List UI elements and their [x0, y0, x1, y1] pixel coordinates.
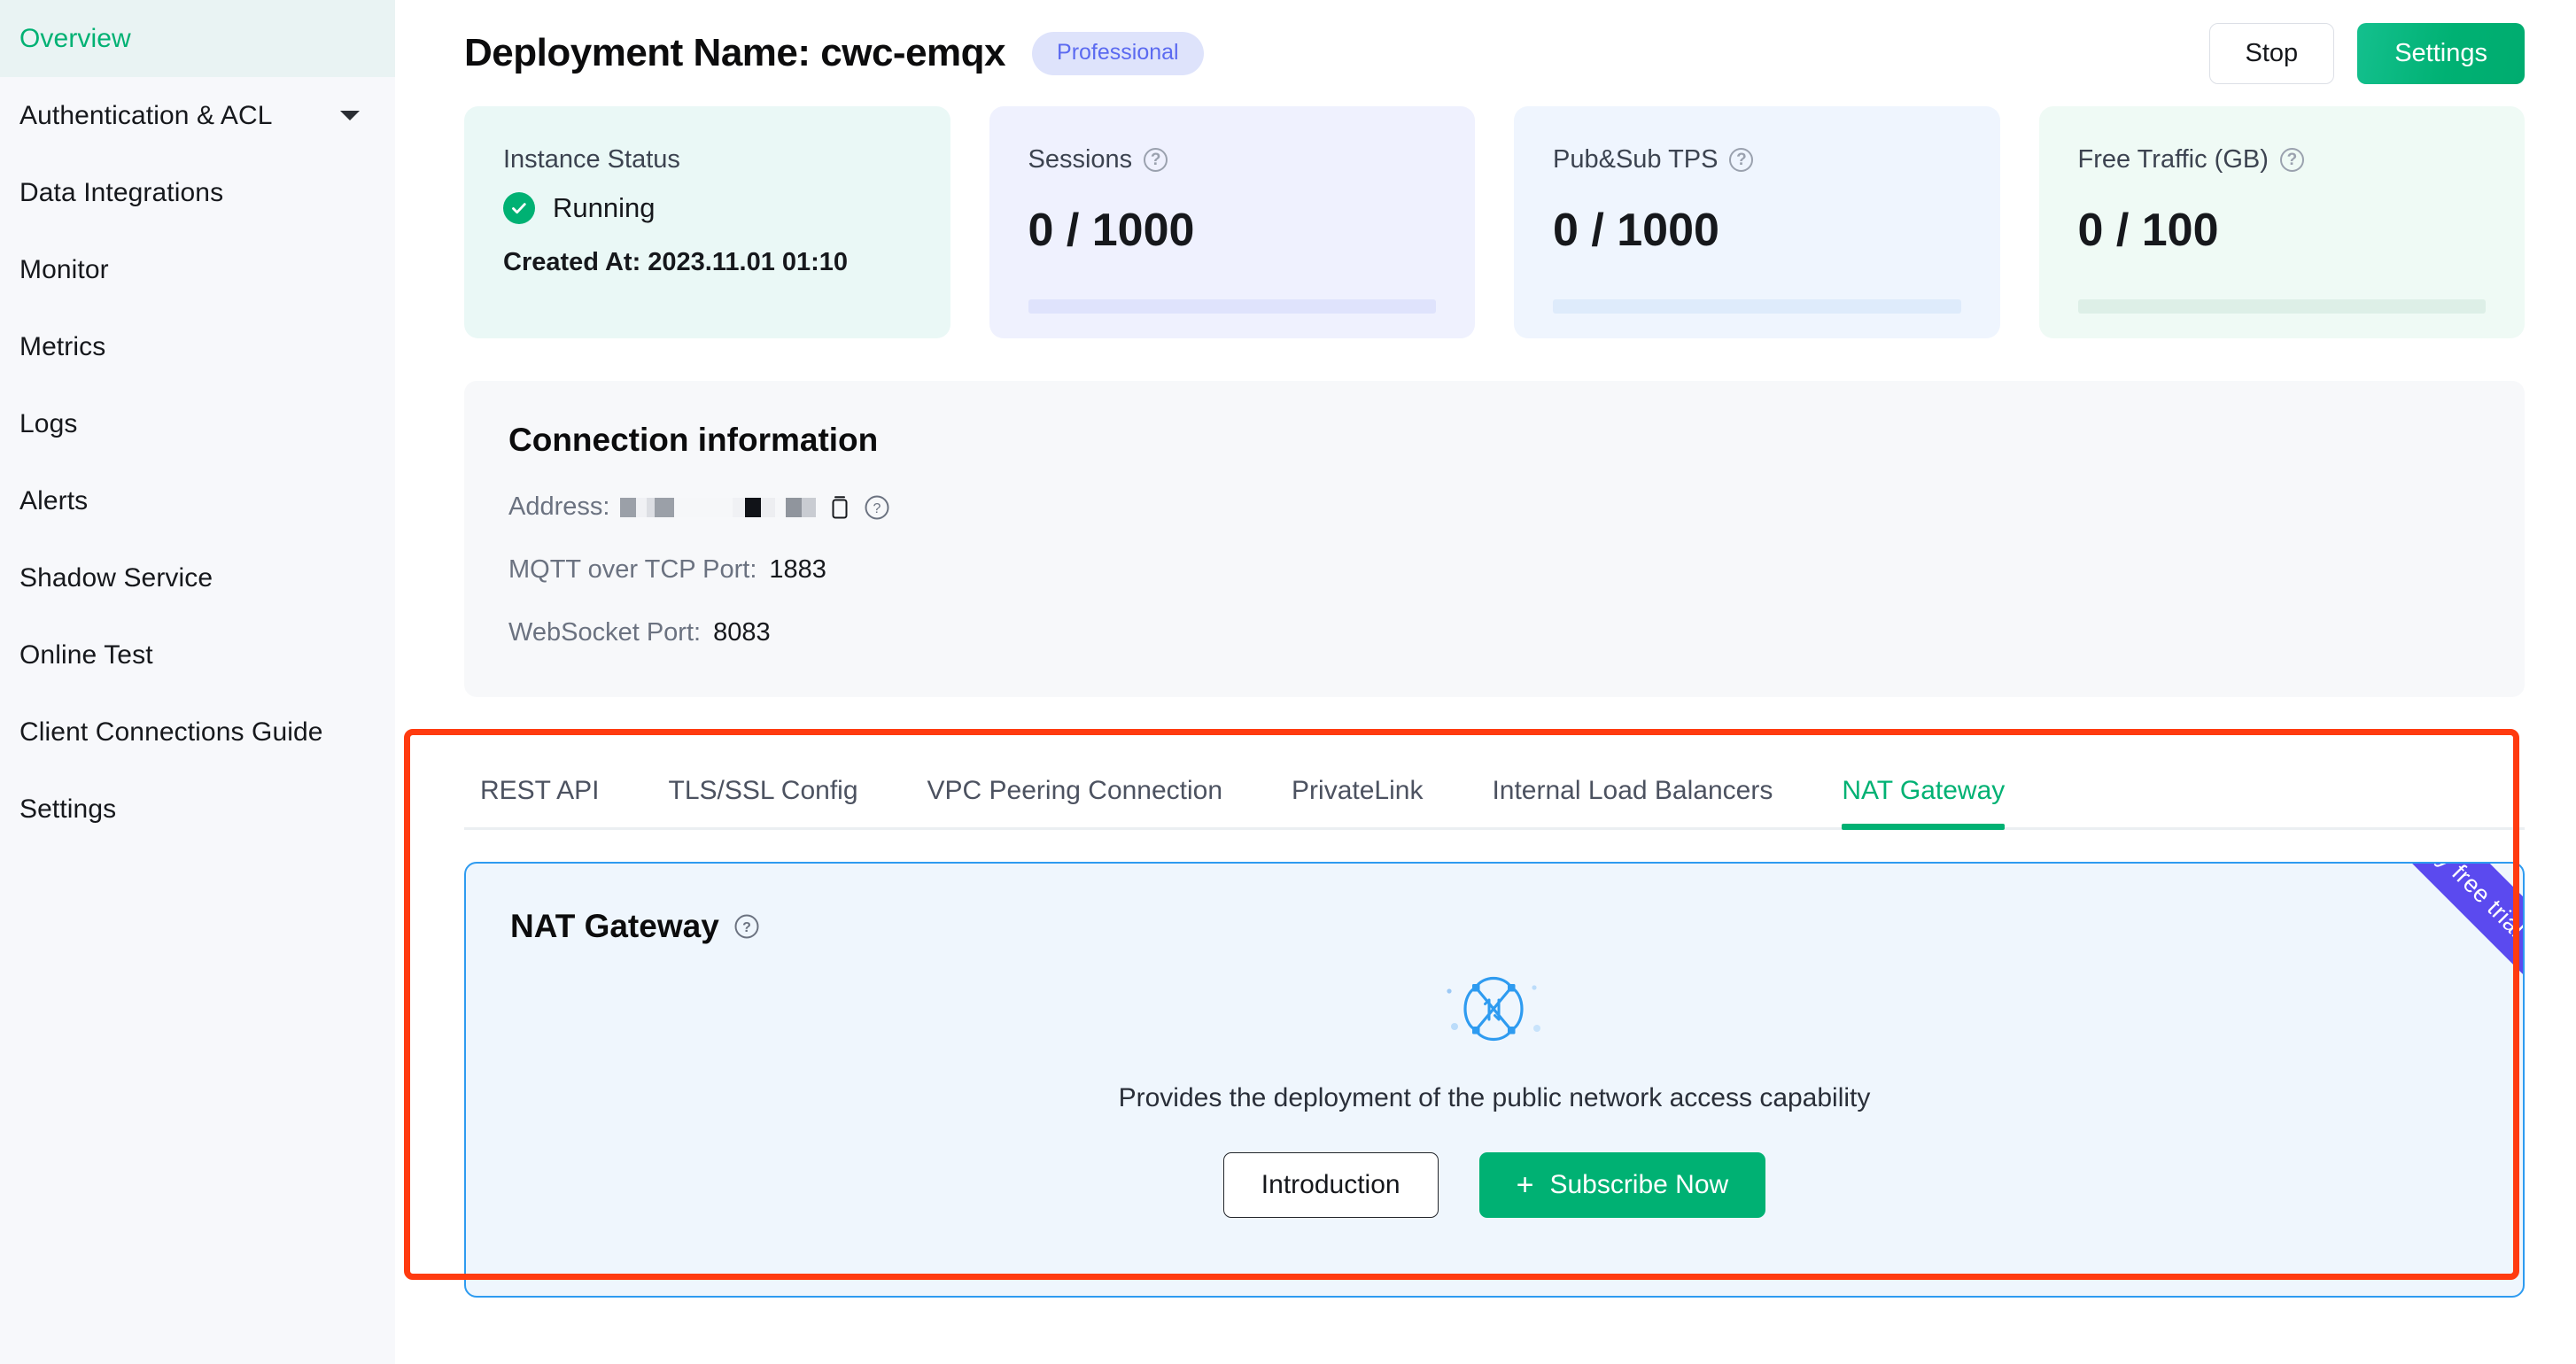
websocket-port-label: WebSocket Port: — [508, 618, 701, 647]
page-title: Deployment Name: cwc-emqx — [464, 31, 1005, 75]
nat-gateway-illustration-icon — [1437, 968, 1552, 1057]
tcp-port-value: 1883 — [769, 555, 826, 585]
sessions-title: Sessions ? — [1028, 145, 1437, 174]
svg-text:?: ? — [873, 501, 881, 516]
address-value-redacted — [620, 498, 816, 517]
content-area: Instance Status Running Created At: 2023… — [395, 106, 2576, 1298]
free-traffic-title: Free Traffic (GB) ? — [2078, 145, 2487, 174]
sidebar-item-label: Metrics — [19, 332, 105, 362]
check-circle-icon — [503, 192, 535, 224]
pubsub-tps-title: Pub&Sub TPS ? — [1553, 145, 1961, 174]
sidebar-item-label: Data Integrations — [19, 178, 223, 208]
sidebar-item-metrics[interactable]: Metrics — [0, 308, 395, 385]
help-icon[interactable]: ? — [1144, 148, 1168, 172]
sidebar-item-shadow-service[interactable]: Shadow Service — [0, 539, 395, 616]
nat-gateway-title-label: NAT Gateway — [510, 908, 719, 945]
sidebar-item-alerts[interactable]: Alerts — [0, 462, 395, 539]
help-icon[interactable]: ? — [2280, 148, 2304, 172]
sidebar-item-monitor[interactable]: Monitor — [0, 231, 395, 308]
sidebar-item-data-integrations[interactable]: Data Integrations — [0, 154, 395, 231]
sidebar-item-label: Logs — [19, 409, 77, 439]
websocket-port-row: WebSocket Port: 8083 — [508, 618, 2480, 647]
help-icon[interactable]: ? — [1729, 148, 1753, 172]
tab-vpc-peering-connection[interactable]: VPC Peering Connection — [927, 776, 1223, 827]
free-traffic-card: Free Traffic (GB) ? 0 / 100 — [2039, 106, 2526, 338]
pubsub-tps-progress-bar — [1553, 299, 1961, 314]
tab-tls-ssl-config[interactable]: TLS/SSL Config — [669, 776, 858, 827]
sidebar-item-client-connections-guide[interactable]: Client Connections Guide — [0, 694, 395, 771]
instance-status-label: Instance Status — [503, 145, 680, 174]
sidebar-item-label: Authentication & ACL — [19, 101, 273, 131]
nat-gateway-actions: Introduction + Subscribe Now — [466, 1152, 2523, 1218]
sessions-value: 0 / 1000 — [1028, 204, 1437, 257]
pubsub-tps-card: Pub&Sub TPS ? 0 / 1000 — [1514, 106, 2000, 338]
sessions-card: Sessions ? 0 / 1000 — [989, 106, 1476, 338]
sidebar-item-label: Alerts — [19, 486, 88, 516]
svg-text:?: ? — [742, 920, 751, 935]
tcp-port-label: MQTT over TCP Port: — [508, 555, 757, 585]
nat-gateway-description: Provides the deployment of the public ne… — [466, 1083, 2523, 1113]
page-header: Deployment Name: cwc-emqx Professional S… — [395, 0, 2576, 106]
introduction-button[interactable]: Introduction — [1223, 1152, 1439, 1218]
stop-button[interactable]: Stop — [2209, 23, 2335, 84]
tab-bar: REST API TLS/SSL Config VPC Peering Connec… — [464, 752, 2525, 830]
plus-icon: + — [1517, 1170, 1534, 1200]
help-icon[interactable]: ? — [733, 913, 760, 940]
nat-gateway-title: NAT Gateway ? — [466, 908, 2523, 945]
sessions-label: Sessions — [1028, 145, 1133, 174]
tab-nat-gateway[interactable]: NAT Gateway — [1842, 776, 2005, 827]
websocket-port-value: 8083 — [713, 618, 771, 647]
sidebar-item-label: Overview — [19, 24, 131, 54]
sidebar-item-logs[interactable]: Logs — [0, 385, 395, 462]
tcp-port-row: MQTT over TCP Port: 1883 — [508, 555, 2480, 585]
chevron-down-icon[interactable] — [340, 111, 360, 120]
created-at-label: Created At: 2023.11.01 01:10 — [503, 248, 912, 277]
tab-rest-api[interactable]: REST API — [480, 776, 600, 827]
connection-information-panel: Connection information Address: — [464, 381, 2525, 697]
settings-button[interactable]: Settings — [2357, 23, 2525, 84]
nat-gateway-panel: NAT Gateway ? — [464, 862, 2525, 1298]
address-row: Address: — [508, 492, 2480, 522]
free-traffic-label: Free Traffic (GB) — [2078, 145, 2269, 174]
sidebar-item-label: Monitor — [19, 255, 109, 285]
sidebar-item-label: Client Connections Guide — [19, 717, 323, 748]
free-traffic-progress-bar — [2078, 299, 2487, 314]
sidebar-item-label: Settings — [19, 794, 116, 825]
sidebar-item-label: Online Test — [19, 640, 153, 670]
address-label: Address: — [508, 492, 609, 522]
instance-status-value: Running — [553, 192, 655, 224]
sidebar-item-overview[interactable]: Overview — [0, 0, 395, 77]
free-traffic-value: 0 / 100 — [2078, 204, 2487, 257]
stat-cards: Instance Status Running Created At: 2023… — [464, 106, 2525, 338]
pubsub-tps-label: Pub&Sub TPS — [1553, 145, 1718, 174]
sidebar: Overview Authentication & ACL Data Integra… — [0, 0, 395, 1364]
subscribe-now-button[interactable]: + Subscribe Now — [1479, 1152, 1766, 1218]
subscribe-now-label: Subscribe Now — [1549, 1170, 1728, 1200]
nat-gateway-empty-state: Provides the deployment of the public ne… — [466, 968, 2523, 1218]
sidebar-item-online-test[interactable]: Online Test — [0, 616, 395, 694]
tabs-section: REST API TLS/SSL Config VPC Peering Connec… — [464, 752, 2525, 1298]
plan-badge: Professional — [1032, 32, 1204, 75]
sidebar-item-settings[interactable]: Settings — [0, 771, 395, 848]
app-root: Overview Authentication & ACL Data Integra… — [0, 0, 2576, 1364]
pubsub-tps-value: 0 / 1000 — [1553, 204, 1961, 257]
main-content: Deployment Name: cwc-emqx Professional S… — [395, 0, 2576, 1364]
instance-status-row: Running — [503, 192, 912, 224]
instance-status-title: Instance Status — [503, 145, 912, 174]
tab-privatelink[interactable]: PrivateLink — [1292, 776, 1423, 827]
sessions-progress-bar — [1028, 299, 1437, 314]
copy-icon[interactable] — [828, 494, 851, 521]
instance-status-card: Instance Status Running Created At: 2023… — [464, 106, 950, 338]
sidebar-item-authentication-acl[interactable]: Authentication & ACL — [0, 77, 395, 154]
sidebar-item-label: Shadow Service — [19, 563, 213, 593]
tab-internal-load-balancers[interactable]: Internal Load Balancers — [1492, 776, 1773, 827]
help-icon[interactable]: ? — [864, 494, 890, 521]
connection-information-title: Connection information — [508, 422, 2480, 459]
